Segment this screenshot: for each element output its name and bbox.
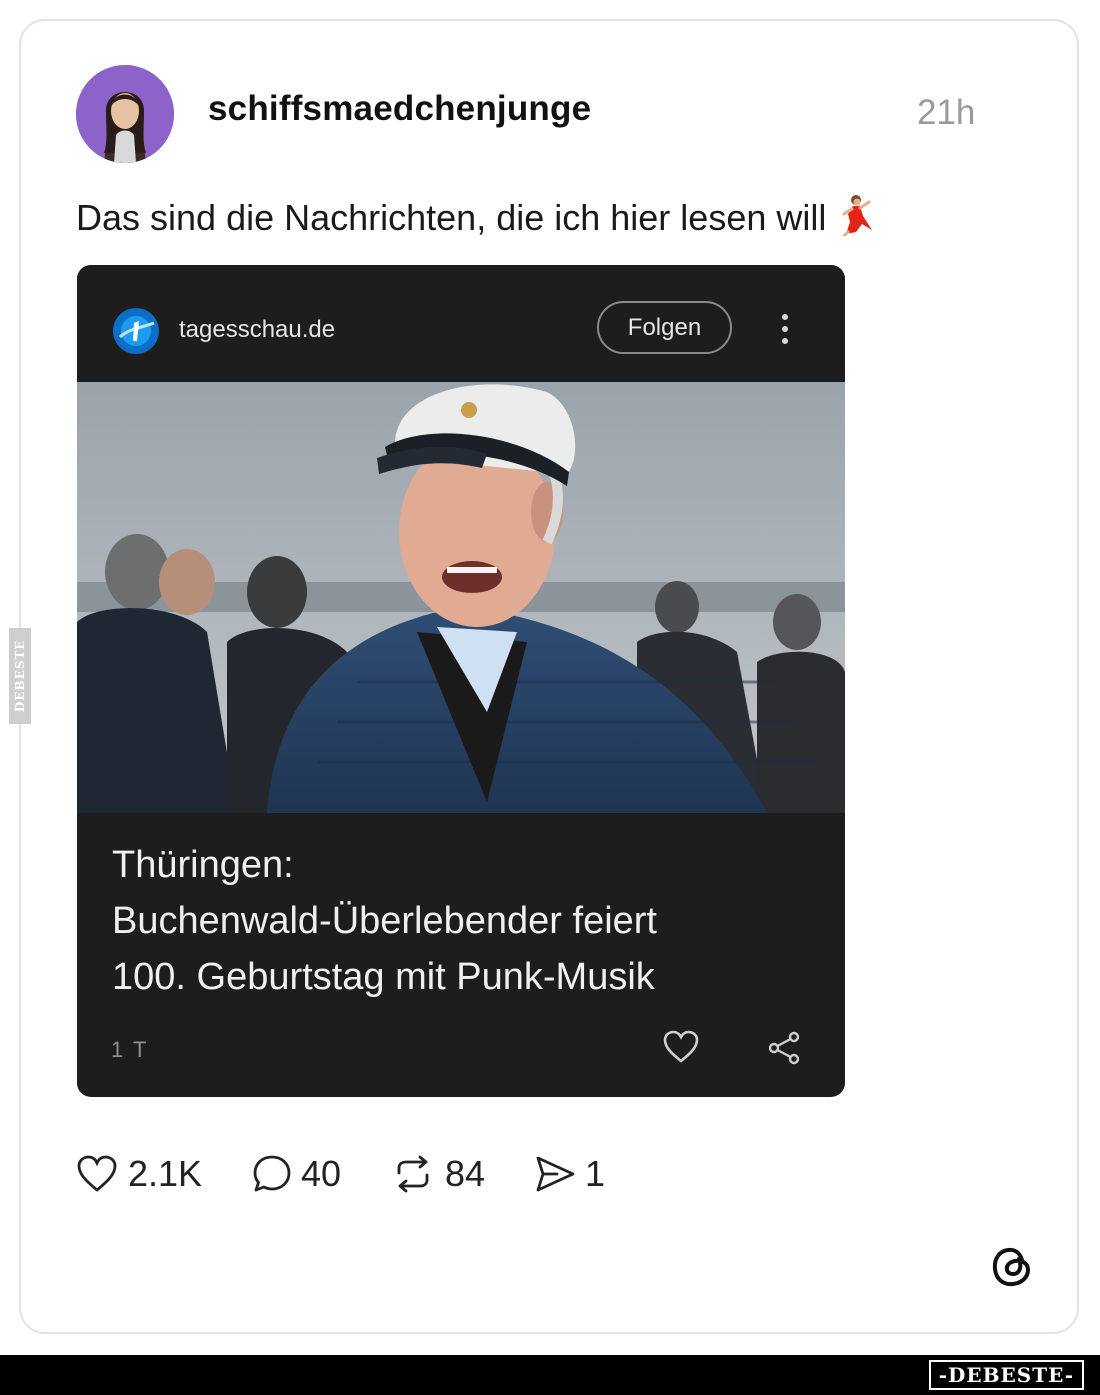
headline-line-1: Thüringen: (112, 844, 294, 886)
news-photo[interactable] (77, 382, 845, 813)
headline-line-2: Buchenwald-Überlebender feiert (112, 900, 657, 942)
repost-icon (397, 1155, 429, 1193)
more-icon[interactable] (771, 311, 799, 347)
like-count: 2.1K (128, 1153, 203, 1194)
repost-count: 84 (445, 1153, 486, 1194)
repost-button[interactable]: 84 (391, 1151, 491, 1197)
post-timestamp: 21h (917, 93, 976, 132)
share-icon[interactable] (765, 1029, 803, 1067)
headline-line-3: 100. Geburtstag mit Punk-Musik (112, 956, 655, 998)
news-headline[interactable]: Thüringen: Buchenwald-Überlebender feier… (112, 837, 812, 1005)
heart-icon (77, 1155, 117, 1192)
username[interactable]: schiffsmaedchenjunge (208, 89, 591, 129)
footer-watermark: -DEBESTE- (928, 1360, 1084, 1390)
news-embed-card[interactable]: tagesschau.de Folgen Thüringen: Buchenwa… (77, 265, 845, 1097)
comment-icon (253, 1155, 291, 1192)
comment-count: 40 (301, 1153, 342, 1194)
like-button[interactable]: 2.1K (76, 1151, 216, 1197)
embed-age: 1 T (111, 1037, 149, 1062)
side-watermark: DEBESTE (9, 628, 31, 724)
footer-bar: -DEBESTE- (0, 1355, 1100, 1395)
threads-logo-icon[interactable] (989, 1243, 1037, 1291)
dancer-emoji-icon (836, 192, 876, 245)
send-count: 1 (585, 1153, 606, 1194)
follow-button[interactable]: Folgen (597, 301, 732, 354)
tagesschau-logo-icon (113, 308, 159, 354)
avatar[interactable] (76, 65, 174, 163)
post-card: schiffsmaedchenjunge 21h Das sind die Na… (19, 19, 1079, 1334)
send-icon (536, 1156, 575, 1192)
post-text: Das sind die Nachrichten, die ich hier l… (76, 192, 876, 245)
send-button[interactable]: 1 (533, 1151, 613, 1197)
embed-header: tagesschau.de Folgen (77, 265, 845, 382)
heart-icon[interactable] (661, 1027, 701, 1067)
source-name[interactable]: tagesschau.de (179, 316, 335, 344)
comment-button[interactable]: 40 (251, 1151, 351, 1197)
avatar-image (76, 65, 174, 163)
post-text-content: Das sind die Nachrichten, die ich hier l… (76, 197, 827, 238)
